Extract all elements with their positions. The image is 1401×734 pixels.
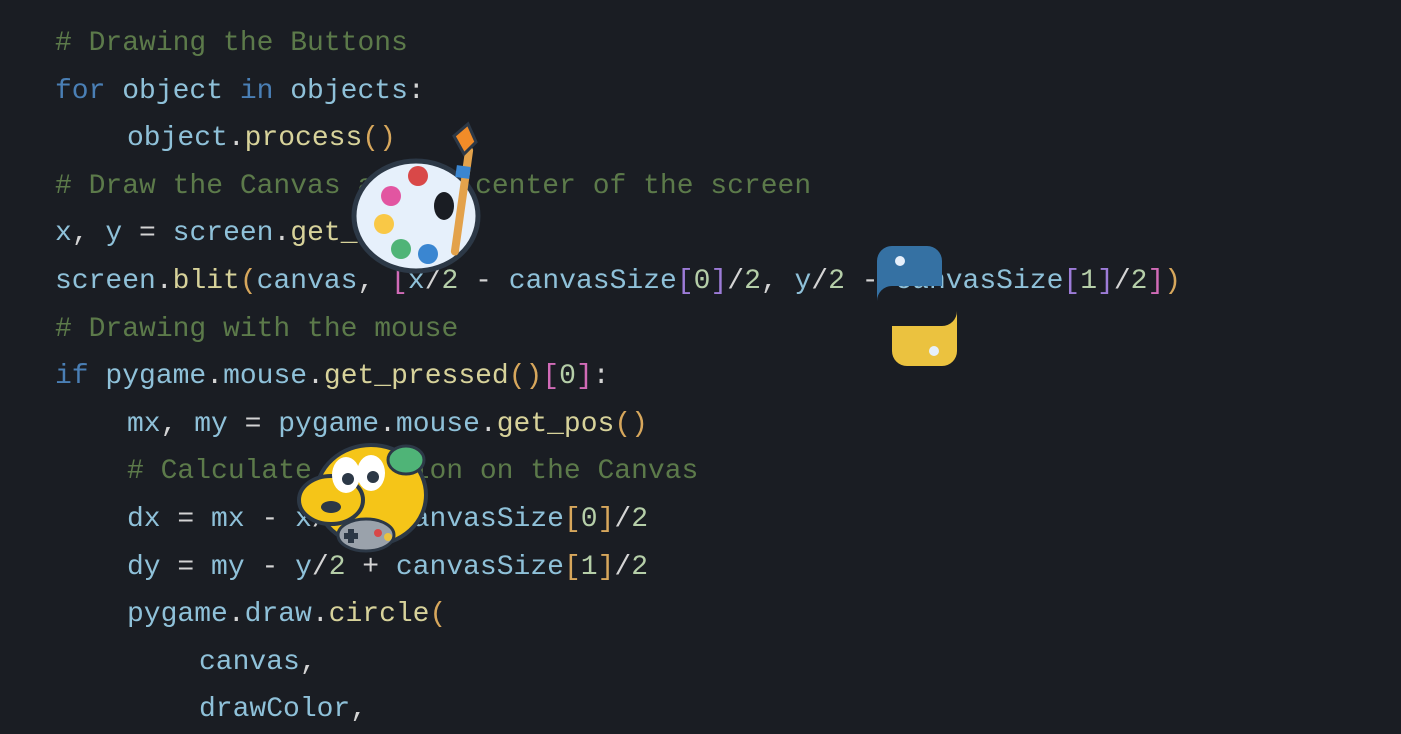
code-line-xy: x, y = screen.get_size() bbox=[55, 210, 1401, 258]
code-line-dx: dx = mx - x/2 + canvasSize[0]/2 bbox=[55, 496, 1401, 544]
code-editor[interactable]: # Drawing the Buttons for object in obje… bbox=[55, 20, 1401, 734]
code-line-dy: dy = my - y/2 + canvasSize[1]/2 bbox=[55, 544, 1401, 592]
code-line-arg-drawcolor: drawColor, bbox=[55, 686, 1401, 734]
code-line-process: object.process() bbox=[55, 115, 1401, 163]
code-line-if: if pygame.mouse.get_pressed()[0]: bbox=[55, 353, 1401, 401]
code-line-mxmy: mx, my = pygame.mouse.get_pos() bbox=[55, 401, 1401, 449]
code-line-for: for object in objects: bbox=[55, 68, 1401, 116]
code-line-comment: # Draw the Canvas at the center of the s… bbox=[55, 163, 1401, 211]
code-line-comment: # Drawing with the mouse bbox=[55, 306, 1401, 354]
code-line-drawcircle: pygame.draw.circle( bbox=[55, 591, 1401, 639]
code-line-comment: # Calculate Position on the Canvas bbox=[55, 448, 1401, 496]
code-line-blit: screen.blit(canvas, [x/2 - canvasSize[0]… bbox=[55, 258, 1401, 306]
code-line-comment: # Drawing the Buttons bbox=[55, 20, 1401, 68]
code-line-arg-canvas: canvas, bbox=[55, 639, 1401, 687]
